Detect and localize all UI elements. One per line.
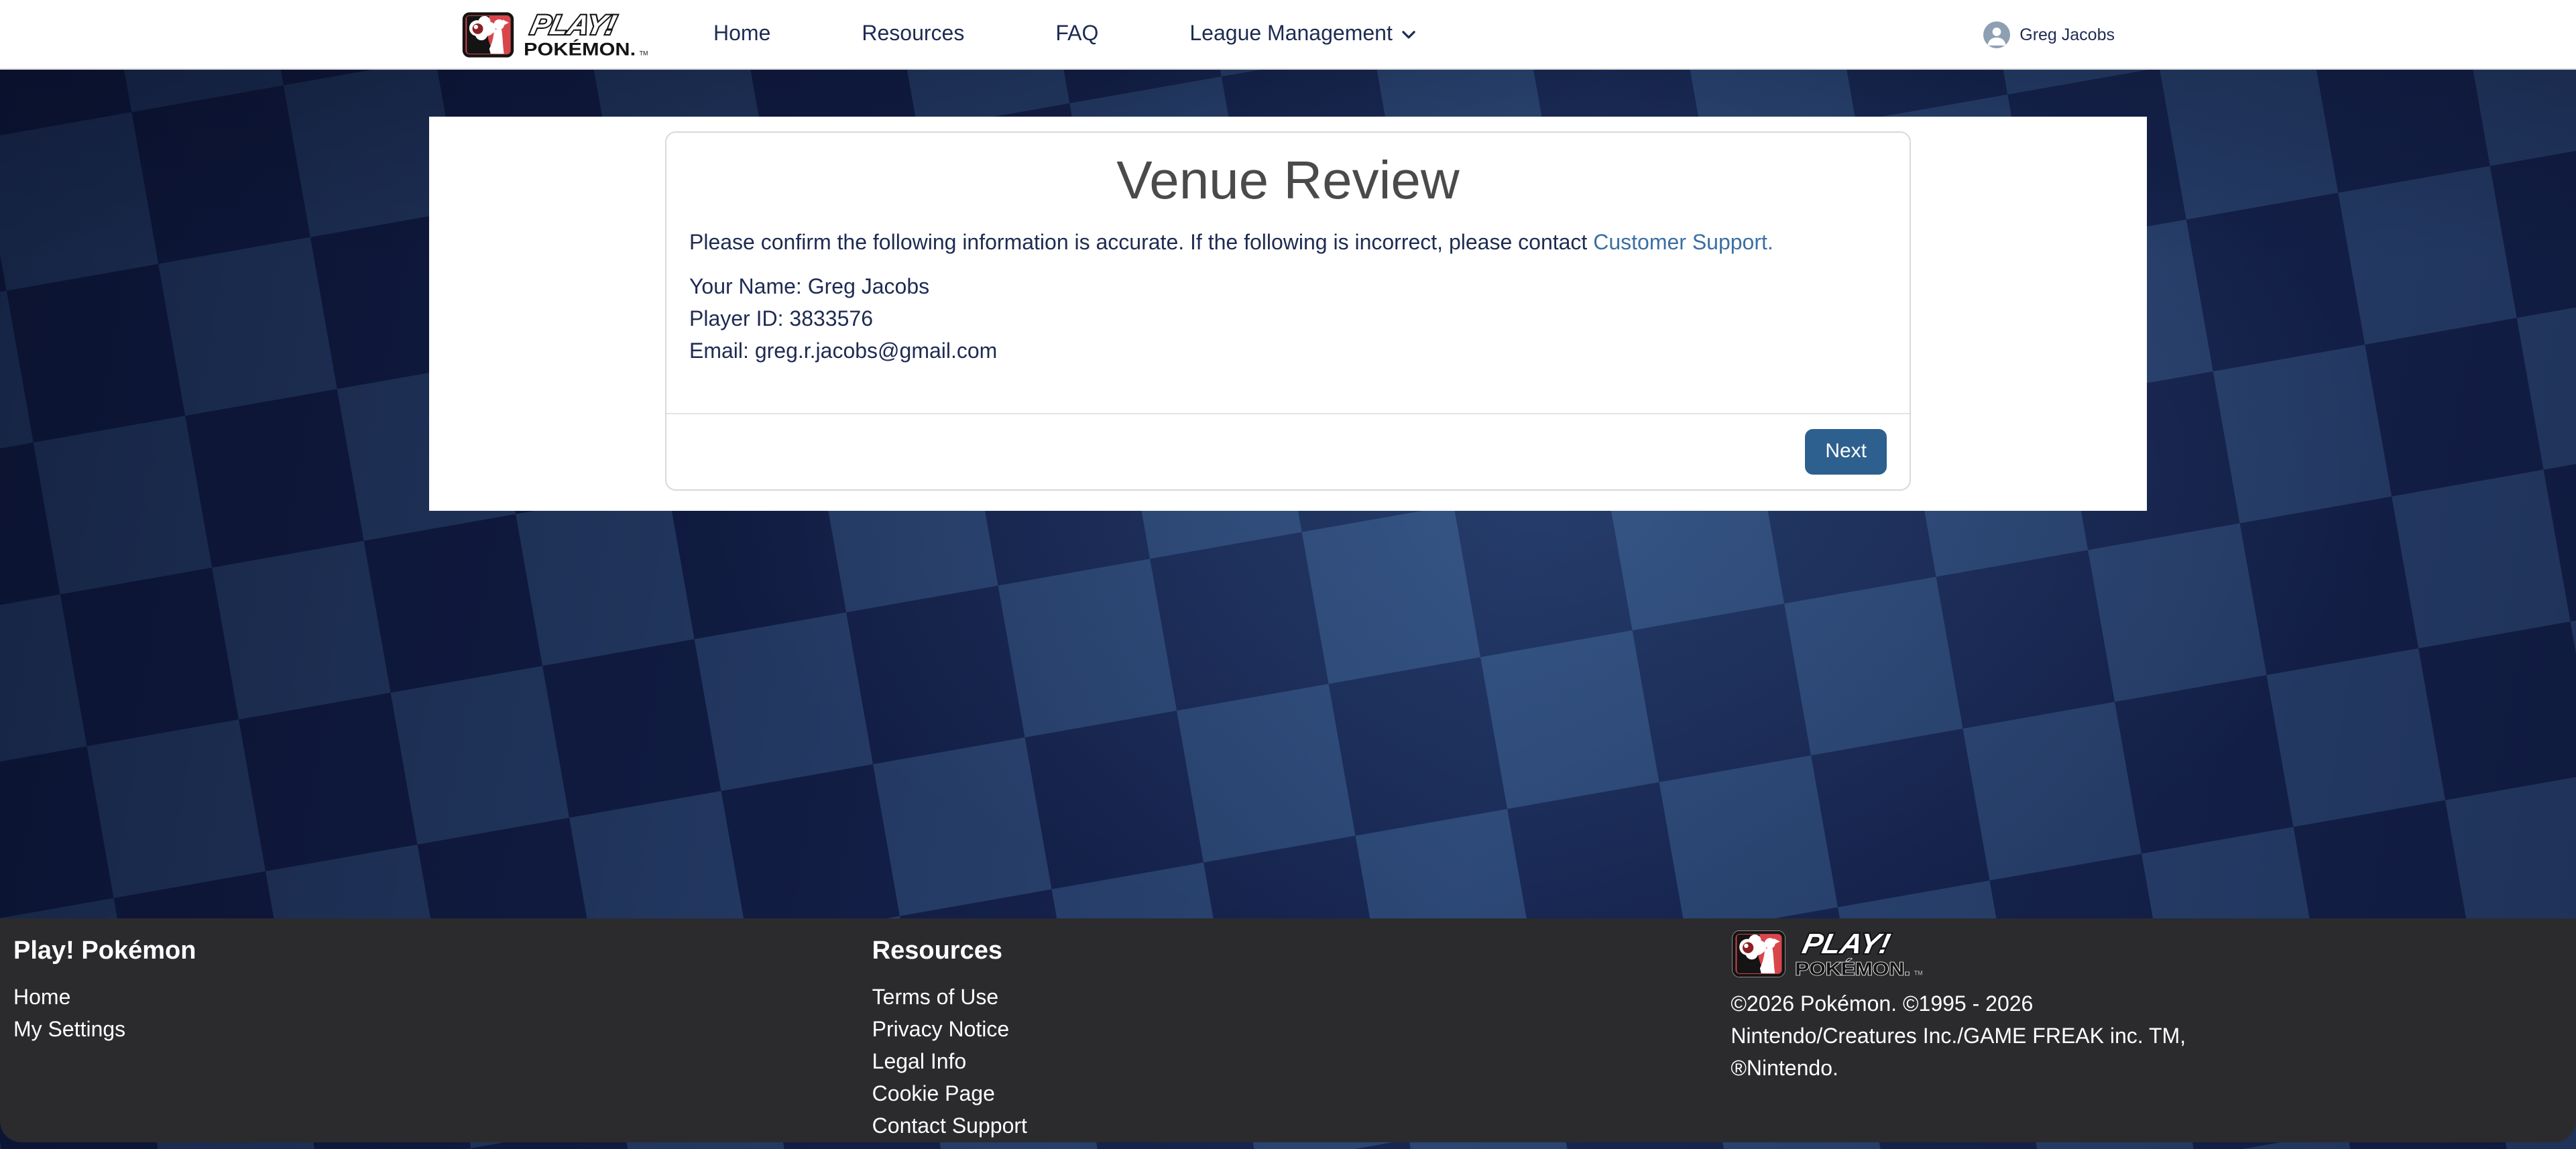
venue-review-card: Venue Review Please confirm the followin…: [665, 131, 1911, 491]
logo-pokemon-text: POKÉMON.: [1795, 958, 1910, 979]
list-item: Legal Info: [872, 1047, 1704, 1079]
page-title: Venue Review: [689, 154, 1887, 208]
nav-resources-label: Resources: [862, 22, 964, 46]
intro-before: Please confirm the following information…: [689, 232, 1593, 255]
play-pokemon-logo[interactable]: PLAY! POKÉMON. TM: [461, 9, 660, 59]
list-item: Terms of Use: [872, 983, 1704, 1015]
footer-link-privacy-notice[interactable]: Privacy Notice: [872, 1019, 1010, 1042]
footer-link-legal-info[interactable]: Legal Info: [872, 1051, 967, 1074]
list-item: Privacy Notice: [872, 1015, 1704, 1047]
top-navbar: PLAY! POKÉMON. TM Home Resources FAQ Lea…: [0, 0, 2576, 70]
list-item: Home: [13, 983, 845, 1015]
field-your-name-label: Your Name:: [689, 276, 802, 299]
navbar-container: PLAY! POKÉMON. TM Home Resources FAQ Lea…: [429, 0, 2147, 68]
field-email-label: Email:: [689, 341, 749, 363]
footer-column-brand: PLAY! POKÉMON. TM ©2026 Pokémon. ©1995 -…: [1717, 918, 2576, 1142]
user-menu[interactable]: Greg Jacobs: [1983, 21, 2115, 48]
player-info: Your Name: Greg Jacobs Player ID: 383357…: [689, 272, 1887, 369]
logo-pokemon-text: POKÉMON.: [524, 39, 636, 59]
chevron-down-icon: [1401, 25, 1418, 43]
nav-home-label: Home: [713, 22, 770, 46]
user-name: Greg Jacobs: [2019, 25, 2115, 44]
footer-heading-play-pokemon: Play! Pokémon: [13, 937, 845, 967]
nav-league-management[interactable]: League Management: [1189, 22, 1417, 46]
copyright-text: ©2026 Pokémon. ©1995 - 2026 Nintendo/Cre…: [1731, 989, 2563, 1086]
play-pokemon-badge-icon: [461, 10, 515, 58]
list-item: Contact Support: [872, 1111, 1704, 1142]
footer-links-resources: Terms of Use Privacy Notice Legal Info C…: [872, 983, 1704, 1142]
nav-home[interactable]: Home: [713, 22, 770, 46]
copyright-line-2: Nintendo/Creatures Inc./GAME FREAK inc. …: [1731, 1026, 2186, 1048]
list-item: Cookie Page: [872, 1079, 1704, 1111]
play-pokemon-wordmark: PLAY! POKÉMON. TM: [1792, 928, 1934, 979]
avatar-icon: [1983, 21, 2010, 48]
customer-support-link[interactable]: Customer Support: [1593, 232, 1767, 255]
footer-heading-resources: Resources: [872, 937, 1704, 967]
footer-link-home[interactable]: Home: [13, 987, 70, 1010]
field-your-name-value: Greg Jacobs: [808, 276, 929, 299]
footer-column-resources: Resources Terms of Use Privacy Notice Le…: [859, 918, 1718, 1142]
field-your-name: Your Name: Greg Jacobs: [689, 272, 1887, 304]
nav-faq-label: FAQ: [1055, 22, 1098, 46]
footer-column-play-pokemon: Play! Pokémon Home My Settings: [0, 918, 859, 1142]
card-body: Venue Review Please confirm the followin…: [666, 133, 1910, 413]
intro-text: Please confirm the following information…: [689, 228, 1887, 260]
logo-play-text: PLAY!: [1799, 928, 1893, 959]
footer: Play! Pokémon Home My Settings Resources…: [0, 918, 2576, 1142]
content-panel: Venue Review Please confirm the followin…: [429, 117, 2147, 511]
logo-tm-text: TM: [640, 50, 648, 57]
footer-link-my-settings[interactable]: My Settings: [13, 1019, 125, 1042]
next-button[interactable]: Next: [1805, 429, 1887, 475]
main-nav: Home Resources FAQ League Management: [713, 22, 1418, 46]
copyright-line-3: ®Nintendo.: [1731, 1058, 1838, 1081]
field-email-value: greg.r.jacobs@gmail.com: [755, 341, 998, 363]
play-pokemon-wordmark: PLAY! POKÉMON. TM: [522, 9, 660, 59]
field-player-id: Player ID: 3833576: [689, 304, 1887, 337]
play-pokemon-badge-icon: [1731, 928, 1785, 978]
nav-league-management-label: League Management: [1189, 22, 1392, 46]
card-footer: Next: [666, 413, 1910, 489]
copyright-line-1: ©2026 Pokémon. ©1995 - 2026: [1731, 993, 2033, 1016]
field-player-id-value: 3833576: [789, 308, 873, 331]
list-item: My Settings: [13, 1015, 845, 1047]
footer-link-contact-support[interactable]: Contact Support: [872, 1115, 1027, 1138]
logo-play-text: PLAY!: [528, 9, 620, 40]
intro-after: .: [1767, 232, 1773, 255]
page: PLAY! POKÉMON. TM Home Resources FAQ Lea…: [0, 0, 2576, 1149]
footer-links-play-pokemon: Home My Settings: [13, 983, 845, 1047]
nav-resources[interactable]: Resources: [862, 22, 964, 46]
field-player-id-label: Player ID:: [689, 308, 784, 331]
field-email: Email: greg.r.jacobs@gmail.com: [689, 337, 1887, 369]
logo-tm-text: TM: [1914, 969, 1922, 976]
footer-link-cookie-page[interactable]: Cookie Page: [872, 1083, 995, 1106]
footer-play-pokemon-logo: PLAY! POKÉMON. TM: [1731, 928, 2563, 979]
nav-faq[interactable]: FAQ: [1055, 22, 1098, 46]
footer-link-terms-of-use[interactable]: Terms of Use: [872, 987, 999, 1010]
